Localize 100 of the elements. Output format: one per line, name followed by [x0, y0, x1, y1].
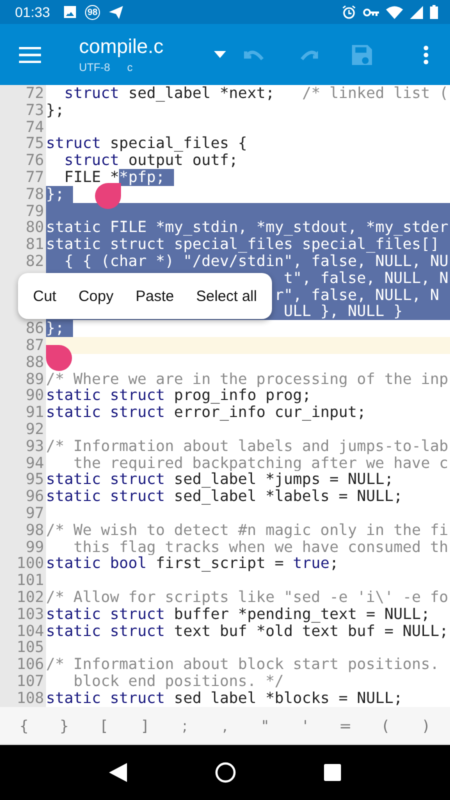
line-number: 93	[24, 438, 45, 455]
code-text: struct	[110, 404, 165, 421]
code-text: struct	[110, 690, 165, 706]
back-icon	[109, 763, 127, 782]
code-text: false	[311, 252, 357, 270]
line-number: 108	[16, 690, 45, 706]
line-number: 78	[24, 186, 45, 203]
code-text: static	[46, 404, 102, 421]
symbol-key[interactable]: ]	[126, 708, 163, 742]
clock-time: 01:33	[15, 4, 50, 20]
language-label: c	[127, 62, 133, 74]
selection-handle[interactable]	[95, 183, 121, 209]
selected-text: };	[46, 186, 74, 203]
line-number: 72	[24, 85, 45, 102]
code-text: struct	[64, 85, 120, 102]
symbol-key[interactable]: "	[247, 708, 284, 742]
code-text: char	[110, 252, 147, 270]
menu-item[interactable]: Paste	[130, 280, 180, 312]
code-text: static	[46, 236, 102, 253]
line-number: 80	[24, 219, 45, 236]
selected-text: *pfp;	[119, 168, 174, 186]
line-number: 79	[24, 202, 45, 220]
code-text: t",	[284, 270, 312, 287]
code-text: /* Information about block start positions.	[46, 656, 440, 673]
symbol-key[interactable]: {	[6, 708, 42, 742]
code-text: static	[46, 387, 102, 404]
code-text: bool	[110, 555, 147, 572]
key-icon	[363, 8, 379, 16]
code-text: static	[46, 488, 102, 505]
line-number: 86	[24, 320, 45, 337]
line-number: 82	[24, 252, 45, 270]
symbol-key[interactable]: ,	[206, 708, 243, 742]
code-text: the required backpatching after we have c	[73, 454, 448, 472]
line-number: 105	[16, 639, 45, 656]
code-text: { { (	[64, 252, 110, 270]
file-name-title: compile.c	[79, 35, 164, 59]
code-text: /* Allow for scripts like "sed -e 'i\' -e fo	[46, 588, 448, 606]
more-icon	[423, 44, 429, 64]
line-number: 99	[24, 538, 45, 556]
code-text: sed_label *jumps = NULL;	[174, 471, 394, 488]
line-number: 74	[24, 118, 45, 136]
code-text: struct	[46, 135, 101, 152]
signal-icon	[410, 6, 423, 18]
line-number: 101	[16, 572, 45, 589]
code-text: struct	[110, 606, 165, 622]
code-text: this flag tracks when we have consumed th	[73, 538, 448, 556]
menu-item[interactable]: Cut	[27, 280, 62, 312]
caret-icon	[214, 51, 226, 58]
code-text: static	[46, 622, 102, 640]
line-number: 89	[24, 370, 45, 388]
line-number: 100	[16, 555, 45, 572]
code-text: , NULL, NU	[356, 252, 448, 270]
home-button[interactable]	[215, 762, 236, 783]
wifi-icon	[386, 6, 403, 18]
redo-icon	[298, 48, 318, 60]
line-number: 106	[16, 656, 45, 673]
code-text: struct	[110, 471, 165, 488]
battery-icon	[430, 5, 438, 19]
symbol-key[interactable]: '	[287, 708, 324, 742]
recents-icon	[324, 764, 341, 781]
symbol-key[interactable]: )	[408, 708, 444, 742]
symbol-key[interactable]: (	[368, 708, 404, 742]
code-text: false	[311, 286, 357, 304]
symbol-key[interactable]: ;	[166, 708, 203, 742]
code-text: struct	[110, 387, 165, 404]
line-number: 97	[24, 504, 45, 522]
line-number: 107	[16, 672, 45, 690]
image-icon	[64, 6, 76, 18]
line-number: 88	[24, 354, 45, 371]
code-text: text_buf *old_text_buf = NULL;	[174, 622, 448, 640]
selection-handle[interactable]	[46, 345, 72, 371]
code-text: static	[46, 606, 102, 622]
code-text: static	[46, 690, 102, 706]
symbol-key[interactable]: [	[86, 708, 122, 742]
code-text: struct	[110, 622, 165, 640]
line-number: 92	[24, 420, 45, 438]
code-text: sed_label *labels = NULL;	[174, 488, 403, 505]
symbol-key[interactable]: }	[46, 708, 82, 742]
code-text: prog_info prog;	[174, 387, 312, 404]
code-text: /* Information about labels and jumps-to-lab	[46, 438, 448, 455]
code-text: static	[46, 555, 102, 572]
code-text: , NULL, N	[366, 270, 448, 287]
line-number: 98	[24, 522, 45, 539]
code-text: false	[320, 270, 366, 287]
line-number: 95	[24, 471, 45, 488]
code-text: buffer *pending_text = NULL;	[174, 606, 430, 622]
notification-count-badge: 98	[85, 4, 100, 20]
line-number: 104	[16, 622, 45, 640]
line-number: 75	[24, 135, 45, 152]
send-icon	[109, 6, 124, 18]
code-text: block end positions. */	[73, 672, 284, 690]
symbol-key[interactable]: =	[327, 708, 364, 742]
menu-item[interactable]: Copy	[72, 280, 120, 312]
code-text: true	[292, 555, 330, 572]
code-text: static	[46, 471, 102, 488]
code-text: FILE *my_stdin, *my_stdout, *my_stder	[110, 219, 448, 236]
encoding-label: UTF-8	[79, 62, 110, 74]
back-button[interactable]	[109, 763, 127, 782]
code-text: error_info cur_input;	[174, 404, 366, 421]
menu-item[interactable]: Select all	[190, 280, 263, 312]
